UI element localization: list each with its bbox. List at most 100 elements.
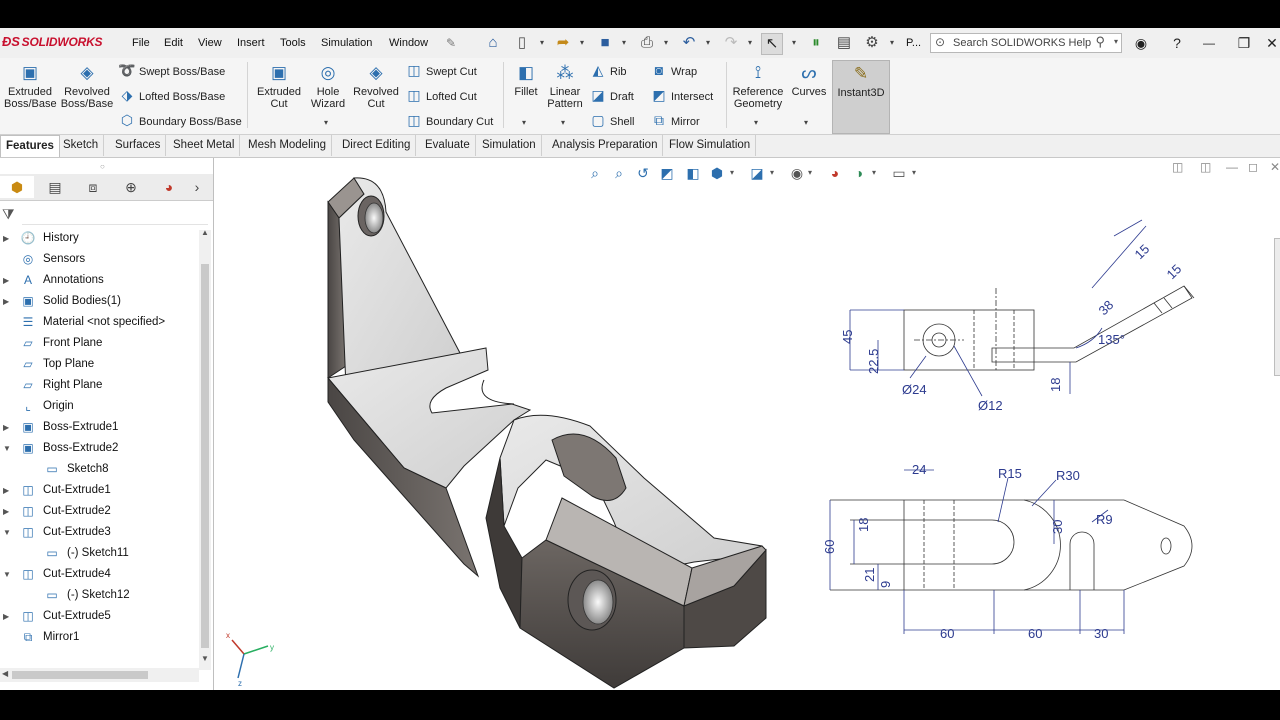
tab-evaluate[interactable]: Evaluate — [420, 135, 476, 156]
shell-button[interactable]: ▢ Shell — [589, 110, 634, 130]
expand-icon[interactable]: ▶ — [3, 480, 9, 501]
filter-icon[interactable]: ⧩ — [2, 206, 15, 223]
pattern-dropdown-icon[interactable]: ▾ — [561, 118, 565, 127]
expand-icon[interactable]: ▶ — [3, 417, 9, 438]
reference-geometry-dropdown-icon[interactable]: ▾ — [754, 118, 758, 127]
more-menu[interactable]: P... — [906, 37, 921, 49]
draft-button[interactable]: ◪ Draft — [589, 85, 633, 105]
expand-icon[interactable]: ▶ — [3, 501, 9, 522]
curves-dropdown-icon[interactable]: ▾ — [804, 118, 808, 127]
hole-wizard-button[interactable]: ◎ Hole Wizard — [305, 62, 351, 110]
tab-mesh-modeling[interactable]: Mesh Modeling — [243, 135, 332, 156]
redo-icon[interactable]: ↷ — [721, 33, 741, 53]
tree-horizontal-scrollbar[interactable]: ◀ — [0, 668, 199, 682]
new-document-icon[interactable]: ▯ — [512, 33, 532, 53]
tab-sheet-metal[interactable]: Sheet Metal — [168, 135, 241, 156]
filter-field[interactable] — [22, 206, 208, 225]
help-icon[interactable]: ? — [1165, 33, 1189, 53]
dimxpert-tab-icon[interactable]: ⊕ — [114, 176, 148, 198]
collapse-icon[interactable]: ▼ — [3, 522, 11, 543]
panel-grip-icon[interactable]: ○ — [100, 162, 105, 171]
app-logo[interactable]: ƉS SOLIDWORKS — [2, 34, 103, 49]
extruded-cut-button[interactable]: ▣ Extruded Cut — [253, 62, 305, 110]
expand-icon[interactable]: ▶ — [3, 291, 9, 312]
menu-file[interactable]: File — [132, 37, 150, 49]
scroll-down-icon[interactable]: ▼ — [201, 654, 209, 663]
tab-simulation[interactable]: Simulation — [477, 135, 542, 156]
expand-icon[interactable]: ▶ — [3, 228, 9, 249]
menu-view[interactable]: View — [198, 37, 222, 49]
panel-tabs-more-icon[interactable]: › — [186, 176, 208, 198]
tree-vertical-scroll-thumb[interactable] — [201, 264, 209, 648]
fillet-dropdown-icon[interactable]: ▾ — [522, 118, 526, 127]
tab-direct-editing[interactable]: Direct Editing — [337, 135, 417, 156]
wrap-button[interactable]: ◙ Wrap — [650, 60, 697, 80]
menu-insert[interactable]: Insert — [237, 37, 265, 49]
search-box[interactable]: ⊙ Search SOLIDWORKS Help ⚲ ▾ — [930, 33, 1122, 53]
scroll-up-icon[interactable]: ▲ — [201, 228, 209, 237]
save-dropdown-icon[interactable]: ▾ — [620, 33, 628, 53]
intersect-button[interactable]: ◩ Intersect — [650, 85, 713, 105]
tree-horizontal-scroll-thumb[interactable] — [12, 671, 148, 679]
open-icon[interactable]: ➦ — [553, 33, 573, 53]
account-icon[interactable]: ◉ — [1129, 33, 1153, 53]
graphics-area[interactable]: ⌕ ⌕ ↺ ◩ ◧ ⬢ ▾ ◪ ▾ ◉ ▾ ◕ ◑ ▾ ▭ ▾ ◫ ◫ — ◻ … — [214, 158, 1280, 690]
print-dropdown-icon[interactable]: ▾ — [662, 33, 670, 53]
select-cursor-icon[interactable]: ↖ — [761, 33, 783, 55]
tab-features[interactable]: Features — [0, 135, 60, 157]
search-dropdown-icon[interactable]: ▾ — [1114, 37, 1118, 46]
save-icon[interactable]: ■ — [595, 33, 615, 53]
collapse-icon[interactable]: ▼ — [3, 438, 11, 459]
reference-geometry-button[interactable]: ⟟ Reference Geometry — [730, 62, 786, 110]
search-input[interactable]: Search SOLIDWORKS Help — [953, 37, 1091, 49]
select-dropdown-icon[interactable]: ▾ — [790, 33, 798, 53]
swept-cut-button[interactable]: ◫ Swept Cut — [405, 60, 476, 80]
collapse-icon[interactable]: ▼ — [3, 564, 11, 585]
boundary-boss-button[interactable]: ⬡ Boundary Boss/Base — [118, 110, 242, 130]
restore-icon[interactable]: ❐ — [1232, 33, 1256, 53]
fillet-button[interactable]: ◧ Fillet — [508, 62, 544, 98]
tab-surfaces[interactable]: Surfaces — [110, 135, 167, 156]
tree-vertical-scrollbar[interactable]: ▲ ▼ — [199, 228, 211, 670]
open-dropdown-icon[interactable]: ▾ — [578, 33, 586, 53]
swept-boss-button[interactable]: ➰ Swept Boss/Base — [118, 60, 225, 80]
tab-flow-simulation[interactable]: Flow Simulation — [664, 135, 757, 156]
boundary-cut-button[interactable]: ◫ Boundary Cut — [405, 110, 493, 130]
instant3d-button[interactable]: ✎ Instant3D — [832, 60, 890, 134]
scroll-left-icon[interactable]: ◀ — [2, 669, 8, 678]
expand-icon[interactable]: ▶ — [3, 606, 9, 627]
new-dropdown-icon[interactable]: ▾ — [538, 33, 546, 53]
tab-analysis-preparation[interactable]: Analysis Preparation — [547, 135, 664, 156]
display-manager-tab-icon[interactable]: ◕ — [152, 176, 186, 198]
close-icon[interactable]: ✕ — [1260, 33, 1280, 53]
configuration-manager-tab-icon[interactable]: ⧈ — [76, 176, 110, 198]
curves-button[interactable]: ᔕ Curves — [788, 62, 830, 98]
hole-wizard-dropdown-icon[interactable]: ▾ — [324, 118, 328, 127]
file-properties-icon[interactable]: ▤ — [834, 33, 854, 53]
undo-icon[interactable]: ↶ — [679, 33, 699, 53]
rebuild-icon[interactable]: ⏸ — [806, 33, 826, 53]
mirror-button[interactable]: ⧉ Mirror — [650, 110, 700, 130]
extruded-boss-button[interactable]: ▣ Extruded Boss/Base — [4, 62, 57, 110]
home-icon[interactable]: ⌂ — [483, 33, 503, 53]
revolved-boss-button[interactable]: ◈ Revolved Boss/Base — [60, 62, 114, 110]
search-icon[interactable]: ⚲ — [1095, 34, 1105, 50]
options-dropdown-icon[interactable]: ▾ — [888, 33, 896, 53]
feature-manager-tab-icon[interactable]: ⬢ — [0, 176, 34, 198]
redo-dropdown-icon[interactable]: ▾ — [746, 33, 754, 53]
undo-dropdown-icon[interactable]: ▾ — [704, 33, 712, 53]
linear-pattern-button[interactable]: ⁂ Linear Pattern — [544, 62, 586, 110]
expand-icon[interactable]: ▶ — [3, 270, 9, 291]
rib-button[interactable]: ◭ Rib — [589, 60, 627, 80]
menu-window[interactable]: Window — [389, 37, 428, 49]
menu-tools[interactable]: Tools — [280, 37, 306, 49]
property-manager-tab-icon[interactable]: ▤ — [38, 176, 72, 198]
tab-sketch[interactable]: Sketch — [58, 135, 105, 156]
minimize-icon[interactable]: — — [1197, 33, 1221, 53]
menu-simulation[interactable]: Simulation — [321, 37, 372, 49]
bracket-3d-model[interactable] — [327, 177, 767, 689]
print-icon[interactable]: ⎙ — [637, 33, 657, 53]
options-gear-icon[interactable]: ⚙ — [862, 33, 882, 53]
lofted-cut-button[interactable]: ◫ Lofted Cut — [405, 85, 476, 105]
pin-icon[interactable]: ✎ — [441, 33, 461, 53]
